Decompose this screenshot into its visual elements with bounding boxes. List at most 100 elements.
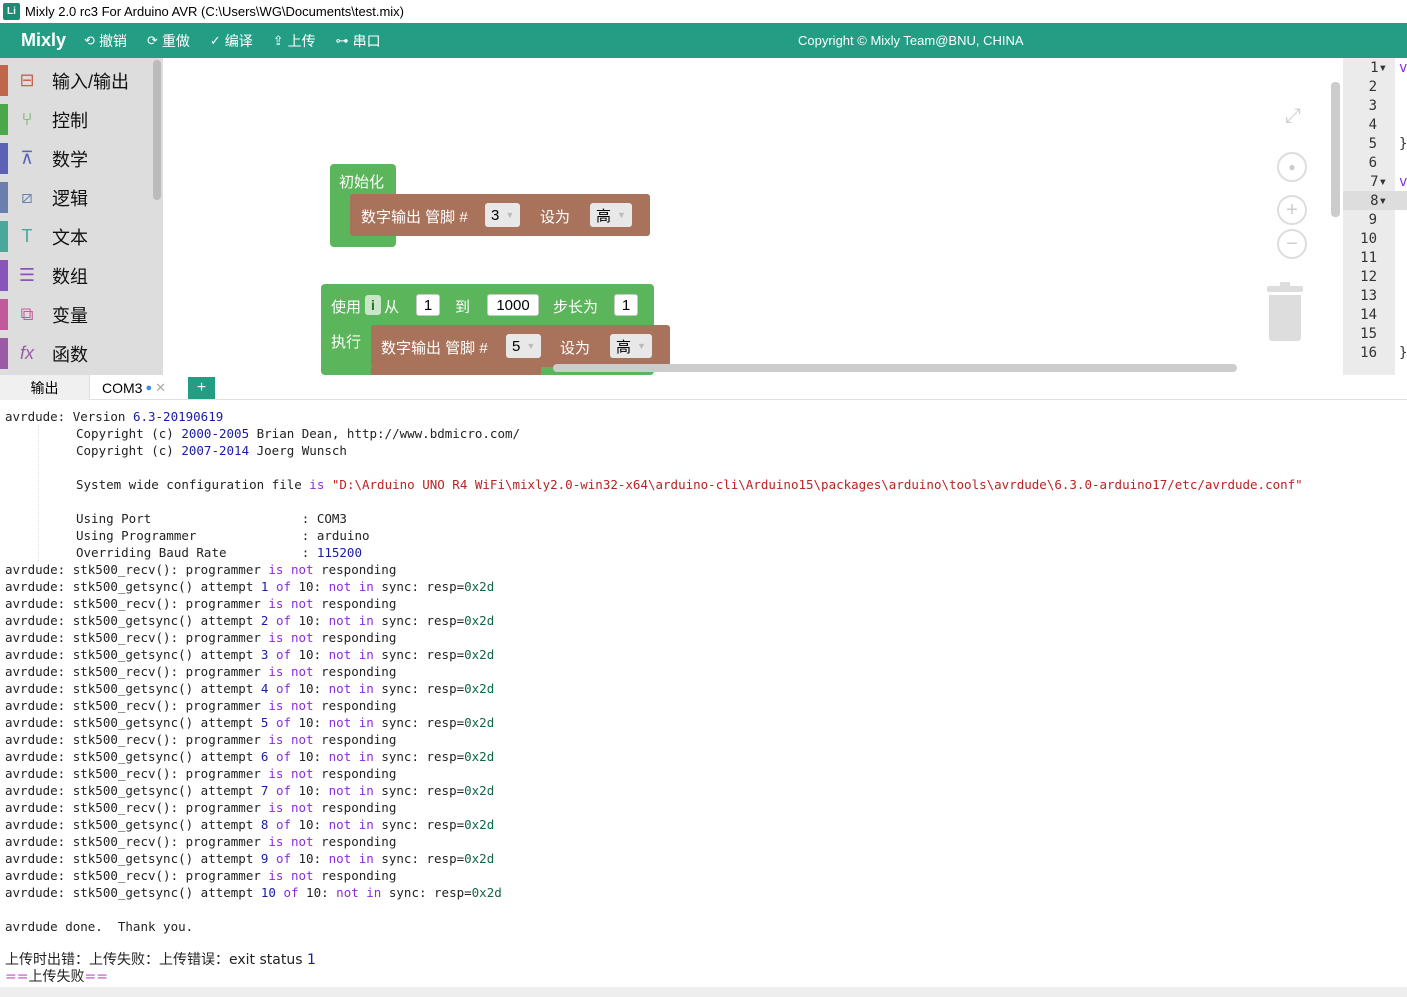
zoom-out-icon[interactable]: − (1277, 229, 1307, 259)
to-input[interactable]: 1000 (487, 294, 539, 316)
category-logic[interactable]: ⧄ 逻辑 (0, 178, 163, 217)
use-label: 使用 (331, 299, 362, 316)
step-input[interactable]: 1 (614, 294, 638, 316)
digital-write-label: 数字输出 管脚 # (361, 209, 468, 226)
redo-icon: ⟳ (146, 32, 158, 48)
blockly-workspace[interactable]: 初始化 数字输出 管脚 # 3 ▼ 设为 高 ▼ 使用 i 从 1 到 1000 步… (163, 58, 1343, 375)
category-label: 输入/输出 (52, 71, 130, 92)
upload-error-line: 上传时出错：上传失败：上传错误：exit status 1 (5, 952, 316, 968)
line-number: 12 (1360, 269, 1377, 285)
upload-button[interactable]: ⇪ 上传 (273, 31, 316, 51)
from-input[interactable]: 1 (416, 294, 440, 316)
line-number: 14 (1360, 307, 1377, 323)
upload-icon: ⇪ (272, 32, 284, 48)
check-icon: ✓ (209, 32, 221, 48)
digital-write-block[interactable]: 数字输出 管脚 # 3 ▼ 设为 高 ▼ (350, 194, 650, 236)
toolbox: ⊟ 输入/输出 ⑂ 控制 ⊼ 数学 ⧄ 逻辑 T 文本 ☰ 数组 ⧉ 变量 fx… (0, 58, 163, 375)
output-done-line: avrdude done. Thank you. (5, 919, 194, 934)
partial-block[interactable] (371, 367, 541, 375)
to-label: 到 (455, 299, 471, 316)
line-number: 6 (1368, 155, 1377, 171)
line-number: 7▾ (1370, 174, 1387, 190)
level-dropdown[interactable]: 高 ▼ (590, 203, 632, 227)
output-line: avrdude: stk500_recv(): programmer is no… (5, 800, 397, 815)
category-list[interactable]: ☰ 数组 (0, 256, 163, 295)
copyright-text: Copyright © Mixly Team@BNU, CHINA (798, 33, 1024, 48)
output-line: Using Programmer : arduino (76, 528, 370, 543)
tab-output[interactable]: 输出 (0, 375, 90, 400)
category-control[interactable]: ⑂ 控制 (0, 100, 163, 139)
line-number: 11 (1360, 250, 1377, 266)
output-console[interactable]: avrdude: Version 6.3-20190619 Copyright (… (0, 400, 1407, 987)
redo-label: 重做 (161, 32, 190, 49)
tab-output-label: 输出 (30, 379, 59, 396)
dropdown-arrow-icon: ▼ (505, 210, 515, 220)
tab-com3-label: COM3 (102, 379, 143, 396)
category-function[interactable]: fx 函数 (0, 334, 163, 373)
pin-dropdown[interactable]: 5 ▼ (506, 334, 542, 358)
output-line: avrdude: stk500_recv(): programmer is no… (5, 766, 397, 781)
to-value: 1000 (496, 296, 530, 314)
output-line: avrdude: stk500_recv(): programmer is no… (5, 698, 397, 713)
code-fragment: } (1399, 136, 1407, 152)
pin-value: 5 (512, 337, 521, 355)
output-tabbar: 输出 COM3 ● ✕ + (0, 375, 1407, 400)
function-icon: fx (19, 343, 34, 363)
setup-label: 初始化 (339, 174, 385, 191)
add-tab-button[interactable]: + (188, 377, 215, 399)
undo-label: 撤销 (98, 32, 127, 49)
pin-dropdown[interactable]: 3 ▼ (485, 203, 521, 227)
category-label: 控制 (52, 110, 88, 131)
category-label: 数学 (52, 149, 88, 170)
horizontal-scrollbar[interactable] (553, 364, 1237, 372)
indent-guide (38, 425, 39, 561)
output-line: avrdude: stk500_getsync() attempt 3 of 1… (5, 647, 495, 662)
output-line: avrdude: stk500_getsync() attempt 1 of 1… (5, 579, 495, 594)
output-line: avrdude: Version 6.3-20190619 (5, 409, 224, 424)
undo-button[interactable]: ⟲ 撤销 (84, 31, 127, 51)
category-text[interactable]: T 文本 (0, 217, 163, 256)
line-number: 15 (1360, 326, 1377, 342)
dropdown-arrow-icon: ▼ (637, 341, 646, 351)
category-color-bar (0, 143, 8, 174)
output-line: avrdude: stk500_getsync() attempt 7 of 1… (5, 783, 495, 798)
output-line: avrdude: stk500_getsync() attempt 6 of 1… (5, 749, 495, 764)
toolbox-scrollbar[interactable] (153, 60, 161, 200)
output-line: avrdude: stk500_recv(): programmer is no… (5, 664, 397, 679)
category-color-bar (0, 260, 8, 291)
menubar: Mixly ⟲ 撤销 ⟳ 重做 ✓ 编译 ⇪ 上传 ⊶ 串口 Copyright © Mi… (0, 23, 1407, 58)
output-line: avrdude: stk500_recv(): programmer is no… (5, 732, 397, 747)
line-number: 16 (1360, 345, 1377, 361)
category-math[interactable]: ⊼ 数学 (0, 139, 163, 178)
text-icon: T (21, 226, 33, 246)
dropdown-arrow-icon: ▼ (526, 341, 536, 351)
fullscreen-icon[interactable]: ⤢ (1279, 102, 1307, 130)
category-io[interactable]: ⊟ 输入/输出 (0, 61, 163, 100)
set-label: 设为 (540, 209, 571, 226)
output-line: avrdude: stk500_recv(): programmer is no… (5, 596, 397, 611)
category-variable[interactable]: ⧉ 变量 (0, 295, 163, 334)
variable-icon: ⧉ (20, 304, 34, 324)
compile-button[interactable]: ✓ 编译 (210, 31, 253, 51)
brand-logo[interactable]: Mixly (21, 30, 66, 51)
line-number: 3 (1368, 98, 1377, 114)
output-line: avrdude: stk500_recv(): programmer is no… (5, 562, 397, 577)
tab-com3[interactable]: COM3 ● ✕ (102, 375, 166, 400)
from-label: 从 (384, 299, 400, 316)
digital-write-label: 数字输出 管脚 # (381, 340, 488, 357)
serial-button[interactable]: ⊶ 串口 (336, 31, 381, 51)
redo-button[interactable]: ⟳ 重做 (147, 31, 190, 51)
digital-write-block[interactable]: 数字输出 管脚 # 5 ▼ 设为 高 ▼ (371, 325, 670, 367)
trash-icon[interactable] (1267, 282, 1303, 341)
level-dropdown[interactable]: 高 ▼ (610, 334, 652, 358)
undo-icon: ⟲ (84, 32, 95, 48)
output-line: Copyright (c) 2000-2005 Brian Dean, http… (76, 426, 521, 441)
output-line: avrdude: stk500_recv(): programmer is no… (5, 834, 397, 849)
logic-icon: ⧄ (21, 187, 33, 207)
center-target-icon[interactable]: ● (1277, 152, 1307, 182)
line-number: 8▾ (1370, 193, 1387, 209)
close-icon[interactable]: ✕ (155, 380, 166, 396)
zoom-in-icon[interactable]: + (1277, 195, 1307, 225)
upload-fail-line: ==上传失败== (5, 969, 108, 985)
loop-variable[interactable]: i (365, 295, 381, 315)
